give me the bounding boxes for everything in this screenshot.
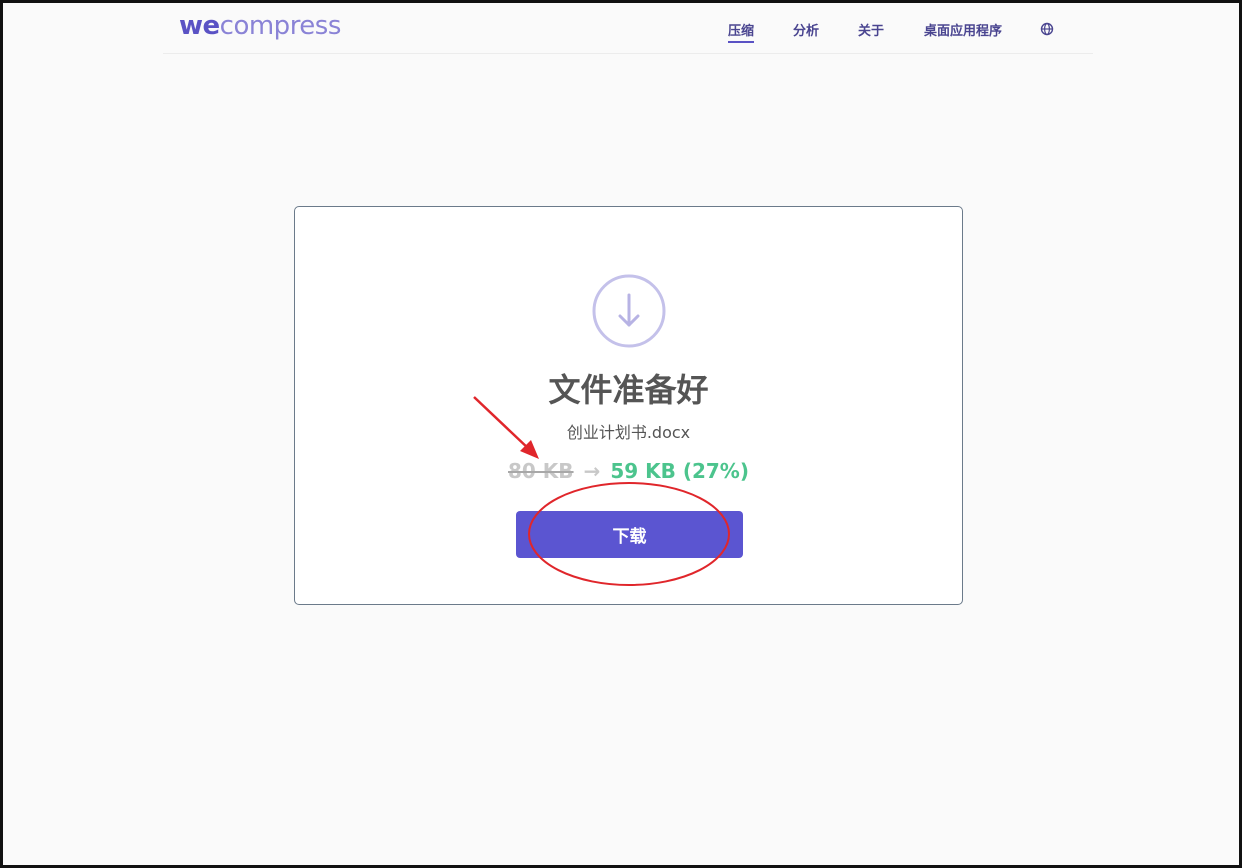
- logo[interactable]: wecompress: [179, 11, 341, 41]
- logo-we: we: [179, 11, 220, 41]
- nav-compress[interactable]: 压缩: [728, 20, 755, 43]
- download-button[interactable]: 下载: [516, 511, 743, 558]
- globe-icon[interactable]: [1040, 22, 1054, 36]
- nav-analyze[interactable]: 分析: [793, 20, 819, 39]
- page-frame: wecompress 压缩 分析 关于 桌面应用程序 文件准备好 创业计划书.d…: [0, 0, 1242, 868]
- size-comparison: 80 KB → 59 KB (27%): [295, 459, 962, 483]
- nav-desktop-app[interactable]: 桌面应用程序: [924, 20, 1002, 39]
- compressed-size: 59 KB (27%): [610, 459, 749, 483]
- site-header: wecompress 压缩 分析 关于 桌面应用程序: [163, 9, 1093, 54]
- result-card: 文件准备好 创业计划书.docx 80 KB → 59 KB (27%) 下载: [294, 206, 963, 605]
- result-title: 文件准备好: [548, 371, 709, 409]
- logo-compress: compress: [219, 11, 342, 41]
- download-arrow-circle-icon: [592, 274, 666, 348]
- file-name: 创业计划书.docx: [566, 423, 691, 442]
- arrow-right-icon: →: [583, 459, 601, 483]
- nav-about[interactable]: 关于: [858, 20, 884, 39]
- original-size: 80 KB: [508, 459, 574, 483]
